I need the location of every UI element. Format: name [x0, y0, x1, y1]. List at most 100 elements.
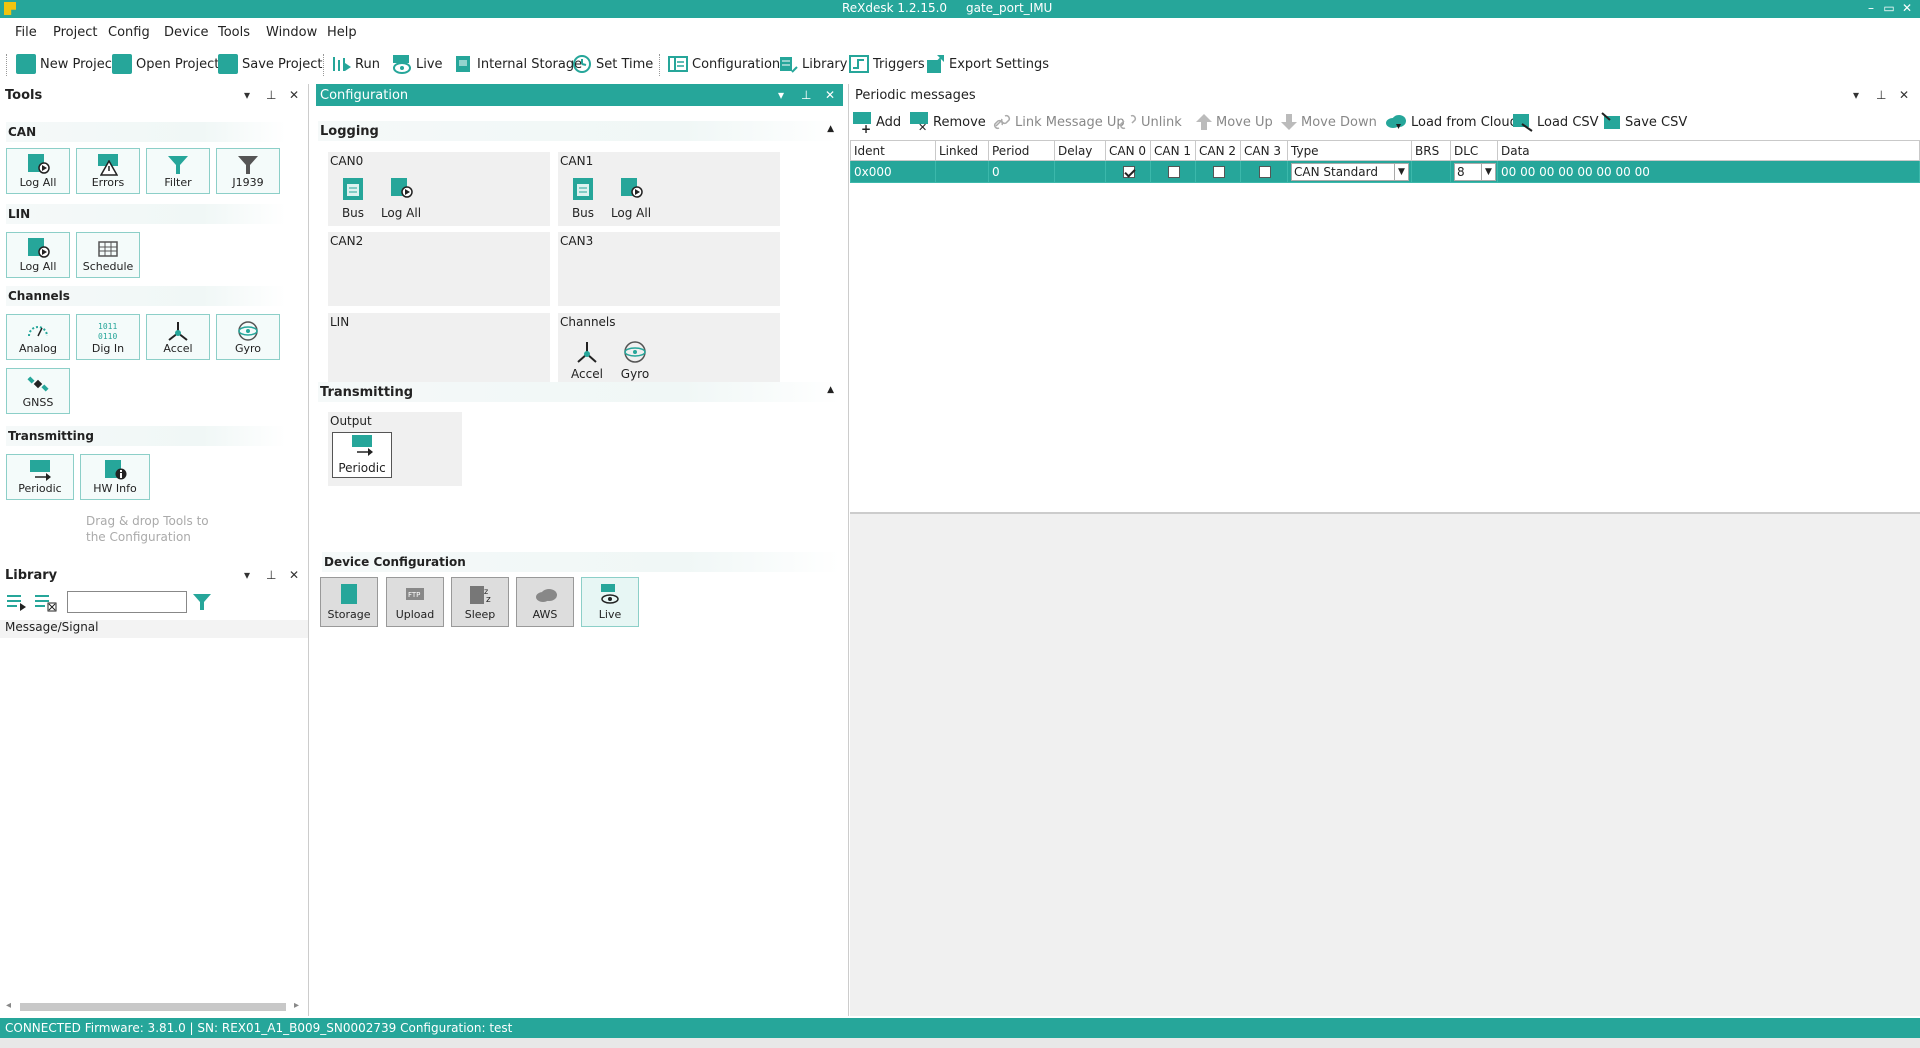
tool-gnss[interactable]: GNSS	[6, 368, 70, 414]
can3-checkbox[interactable]	[1259, 166, 1271, 178]
col-linked[interactable]: Linked	[935, 140, 989, 161]
tool-lin-log-all[interactable]: Log All	[6, 232, 70, 278]
menu-window[interactable]: Window	[266, 25, 317, 40]
config-box-can0[interactable]: CAN0 Bus Log All	[328, 152, 550, 226]
export-settings-button[interactable]: Export Settings	[925, 52, 1049, 76]
scroll-left-icon[interactable]: ◂	[6, 1000, 11, 1011]
run-button[interactable]: Run	[331, 52, 380, 76]
tools-panel-dropdown-icon[interactable]: ▾	[244, 88, 250, 102]
menu-config[interactable]: Config	[108, 25, 150, 40]
cell-brs[interactable]	[1411, 160, 1451, 183]
cell-period[interactable]: 0	[988, 160, 1055, 183]
tool-gyro[interactable]: Gyro	[216, 314, 280, 360]
periodic-panel-dropdown-icon[interactable]: ▾	[1853, 88, 1859, 102]
scrollbar-thumb[interactable]	[20, 1003, 286, 1011]
periodic-move-up-button[interactable]: Move Up	[1195, 110, 1273, 134]
menu-file[interactable]: File	[15, 25, 37, 40]
cell-linked[interactable]	[935, 160, 989, 183]
col-dlc[interactable]: DLC	[1450, 140, 1498, 161]
library-remove-list-icon[interactable]	[34, 592, 58, 612]
device-live[interactable]: Live	[581, 577, 639, 627]
periodic-panel-pin-icon[interactable]: ⊥	[1876, 88, 1886, 102]
library-search-input[interactable]	[67, 591, 187, 613]
config-box-can1[interactable]: CAN1 Bus Log All	[558, 152, 780, 226]
dlc-select[interactable]: 8 ▼	[1454, 162, 1496, 181]
config-can1-bus[interactable]: Bus	[562, 176, 604, 222]
library-horizontal-scrollbar[interactable]: ◂ ▸	[6, 1000, 302, 1014]
tool-analog[interactable]: Analog	[6, 314, 70, 360]
config-channel-accel[interactable]: Accel	[566, 337, 608, 383]
col-period[interactable]: Period	[988, 140, 1055, 161]
cell-ident[interactable]: 0x000	[850, 160, 936, 183]
table-row[interactable]: 0x000 0 CAN Standard ▼ 8 ▼ 00 00 00 00 00 …	[850, 160, 1920, 183]
col-brs[interactable]: BRS	[1411, 140, 1451, 161]
periodic-link-up-button[interactable]: Link Message Up	[992, 110, 1125, 134]
menu-device[interactable]: Device	[164, 25, 208, 40]
config-channel-gyro[interactable]: Gyro	[614, 337, 656, 383]
config-box-can3[interactable]: CAN3	[558, 232, 780, 306]
config-panel-pin-icon[interactable]: ⊥	[801, 88, 811, 102]
chevron-down-icon[interactable]: ▼	[1481, 163, 1495, 180]
library-filter-icon[interactable]	[192, 592, 212, 612]
tools-panel-pin-icon[interactable]: ⊥	[266, 88, 276, 102]
tools-panel-close-icon[interactable]: ✕	[289, 88, 299, 102]
periodic-remove-button[interactable]: ✕ Remove	[910, 110, 986, 134]
tool-can-errors[interactable]: Errors	[76, 148, 140, 194]
can1-checkbox[interactable]	[1168, 166, 1180, 178]
internal-storage-button[interactable]: Internal Storage	[453, 52, 582, 76]
periodic-save-csv-button[interactable]: Save CSV	[1600, 110, 1687, 134]
scroll-right-icon[interactable]: ▸	[294, 1000, 299, 1011]
collapse-icon[interactable]: ▲	[827, 124, 834, 134]
config-box-can2[interactable]: CAN2	[328, 232, 550, 306]
menu-project[interactable]: Project	[53, 25, 97, 40]
periodic-panel-close-icon[interactable]: ✕	[1899, 88, 1909, 102]
config-panel-close-icon[interactable]: ✕	[825, 88, 835, 102]
library-button[interactable]: Library	[778, 52, 847, 76]
tool-dig-in[interactable]: 1011 0110 Dig In	[76, 314, 140, 360]
config-box-channels[interactable]: Channels Accel Gyro	[558, 313, 780, 383]
config-can0-bus[interactable]: Bus	[332, 176, 374, 222]
set-time-button[interactable]: Set Time	[572, 52, 653, 76]
transmitting-section-header[interactable]: Transmitting ▲	[318, 382, 840, 402]
cell-data[interactable]: 00 00 00 00 00 00 00 00	[1497, 160, 1920, 183]
col-can2[interactable]: CAN 2	[1195, 140, 1241, 161]
menu-tools[interactable]: Tools	[218, 25, 250, 40]
tool-hw-info[interactable]: HW Info	[80, 454, 150, 500]
col-can3[interactable]: CAN 3	[1240, 140, 1288, 161]
tool-periodic[interactable]: Periodic	[6, 454, 74, 500]
tool-accel[interactable]: Accel	[146, 314, 210, 360]
cell-delay[interactable]	[1054, 160, 1106, 183]
configuration-button[interactable]: Configuration	[668, 52, 780, 76]
device-aws[interactable]: AWS	[516, 577, 574, 627]
col-can1[interactable]: CAN 1	[1150, 140, 1196, 161]
close-window-button[interactable]: ✕	[1894, 0, 1920, 18]
chevron-down-icon[interactable]: ▼	[1394, 163, 1408, 180]
library-panel-pin-icon[interactable]: ⊥	[266, 568, 276, 582]
triggers-button[interactable]: Triggers	[849, 52, 925, 76]
device-storage[interactable]: Storage	[320, 577, 378, 627]
col-ident[interactable]: Ident	[850, 140, 936, 161]
tool-can-j1939[interactable]: J1939	[216, 148, 280, 194]
device-upload[interactable]: FTP Upload	[386, 577, 444, 627]
live-button[interactable]: Live	[392, 52, 443, 76]
config-panel-dropdown-icon[interactable]: ▾	[778, 88, 784, 102]
logging-section-header[interactable]: Logging ▲	[318, 121, 840, 141]
tool-can-filter[interactable]: Filter	[146, 148, 210, 194]
tool-lin-schedule[interactable]: Schedule	[76, 232, 140, 278]
periodic-move-down-button[interactable]: Move Down	[1280, 110, 1377, 134]
library-panel-close-icon[interactable]: ✕	[289, 568, 299, 582]
col-type[interactable]: Type	[1287, 140, 1412, 161]
library-add-list-icon[interactable]	[6, 592, 28, 612]
periodic-load-csv-button[interactable]: Load CSV	[1512, 110, 1599, 134]
periodic-load-cloud-button[interactable]: Load from Cloud	[1384, 110, 1518, 134]
col-data[interactable]: Data	[1497, 140, 1920, 161]
config-can1-log-all[interactable]: Log All	[610, 176, 652, 222]
collapse-icon[interactable]: ▲	[827, 385, 834, 395]
periodic-add-button[interactable]: + Add	[853, 110, 901, 136]
col-can0[interactable]: CAN 0	[1105, 140, 1151, 161]
menu-help[interactable]: Help	[327, 25, 357, 40]
config-box-output[interactable]: Output Periodic	[328, 412, 462, 486]
tool-can-log-all[interactable]: Log All	[6, 148, 70, 194]
save-project-button[interactable]: Save Project	[218, 52, 323, 76]
open-project-button[interactable]: Open Project	[112, 52, 219, 76]
